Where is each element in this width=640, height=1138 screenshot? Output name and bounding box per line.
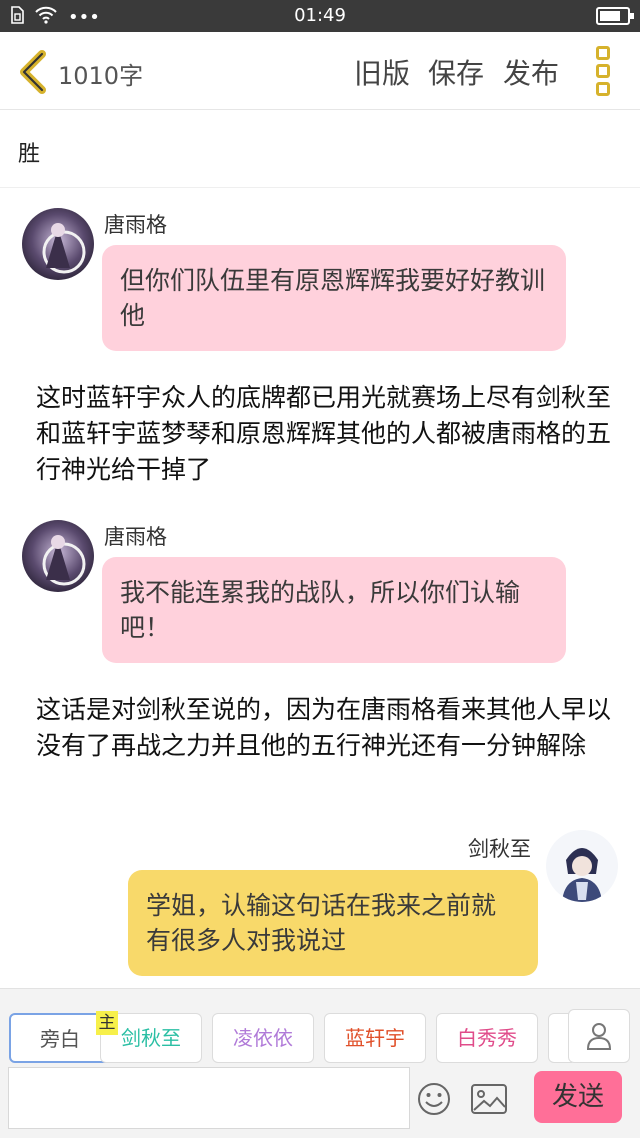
save-button[interactable]: 保存 (428, 52, 484, 92)
role-tab-label: 蓝轩宇 (345, 1026, 405, 1050)
role-tab-label: 旁白 (40, 1027, 80, 1051)
avatar[interactable] (22, 208, 94, 280)
dialogue-bubble[interactable]: 我不能连累我的战队，所以你们认输吧！ (102, 557, 566, 663)
image-icon (471, 1084, 507, 1114)
chapter-title-row[interactable]: 胜 (0, 110, 640, 188)
publish-button[interactable]: 发布 (503, 52, 559, 92)
top-bar: 1010字 旧版 保存 发布 (0, 32, 640, 110)
back-button[interactable] (14, 50, 54, 94)
dialogue-bubble[interactable]: 学姐，认输这句话在我来之前就有很多人对我说过 (128, 870, 538, 976)
old-version-button[interactable]: 旧版 (354, 52, 410, 92)
avatar[interactable] (546, 830, 618, 902)
more-menu-icon[interactable] (596, 46, 614, 98)
smiley-icon (418, 1083, 450, 1115)
battery-icon (596, 7, 634, 25)
narration-text[interactable]: 这话是对剑秋至说的，因为在唐雨格看来其他人早以没有了再战之力并且他的五行神光还有… (36, 692, 616, 764)
message-input[interactable] (8, 1067, 410, 1129)
role-tab-lingyiyi[interactable]: 凌依依 (212, 1013, 314, 1063)
character-manage-button[interactable] (568, 1009, 630, 1063)
role-tab-baixiuxiu[interactable]: 白秀秀 (436, 1013, 538, 1063)
speaker-name: 唐雨格 (104, 213, 167, 237)
composer-panel: 旁白 剑秋至 主 凌依依 蓝轩宇 白秀秀 发送 (0, 988, 640, 1138)
status-time: 01:49 (294, 5, 346, 26)
person-icon (586, 1023, 612, 1050)
chapter-title: 胜 (18, 142, 41, 167)
dialogue-bubble[interactable]: 但你们队伍里有原恩辉辉我要好好教训他 (102, 245, 566, 351)
role-tab-label: 凌依依 (233, 1026, 293, 1050)
word-count: 1010字 (58, 62, 144, 90)
avatar[interactable] (22, 520, 94, 592)
role-tab-label: 白秀秀 (457, 1026, 517, 1050)
send-button[interactable]: 发送 (534, 1071, 622, 1123)
speaker-name: 剑秋至 (468, 837, 531, 861)
status-bar: ••• 01:49 (0, 0, 640, 32)
narration-text[interactable]: 这时蓝轩宇众人的底牌都已用光就赛场上尽有剑秋至和蓝轩宇蓝梦琴和原恩辉辉其他的人都… (36, 380, 616, 488)
emoji-button[interactable] (416, 1081, 452, 1117)
role-tab-lanxuanyu[interactable]: 蓝轩宇 (324, 1013, 426, 1063)
speaker-name: 唐雨格 (104, 525, 167, 549)
main-role-badge: 主 (96, 1011, 118, 1035)
image-button[interactable] (470, 1083, 508, 1115)
role-tab-label: 剑秋至 (121, 1026, 181, 1050)
chevron-left-icon (20, 50, 46, 94)
